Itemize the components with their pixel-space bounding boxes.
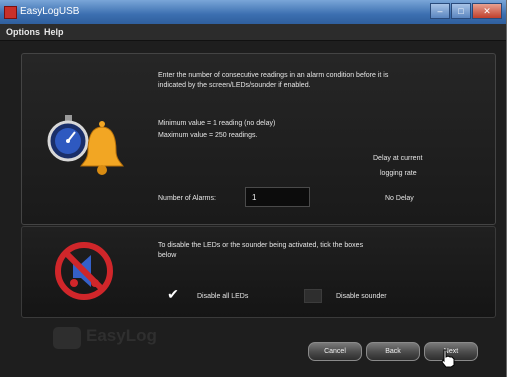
stopwatch-icon xyxy=(47,115,89,162)
easylog-logo: EasyLog xyxy=(86,326,157,345)
muted-speaker-icon xyxy=(55,242,113,300)
max-value-text: Maximum value = 250 readings. xyxy=(158,132,258,139)
disable-leds-label: Disable all LEDs xyxy=(197,293,249,300)
disable-leds-checkbox[interactable]: ✔ xyxy=(166,287,180,301)
maximize-button[interactable]: □ xyxy=(451,3,471,19)
delay-value: No Delay xyxy=(385,195,414,202)
min-value-text: Minimum value = 1 reading (no delay) xyxy=(158,120,276,127)
menu-bar: Options Help xyxy=(0,24,506,41)
app-icon xyxy=(4,6,17,19)
window-controls: – □ ✕ xyxy=(430,3,502,19)
alarm-intro-line2: indicated by the screen/LEDs/sounder if … xyxy=(158,82,311,89)
window-title: EasyLogUSB xyxy=(20,6,80,17)
menu-help[interactable]: Help xyxy=(44,27,64,37)
disable-sounder-checkbox[interactable] xyxy=(304,289,322,303)
close-button[interactable]: ✕ xyxy=(472,3,502,19)
delay-label-line2: logging rate xyxy=(380,170,417,177)
delay-label-line1: Delay at current xyxy=(373,155,423,162)
hand-cursor-icon xyxy=(441,349,455,368)
bell-icon xyxy=(80,121,124,175)
back-button[interactable]: Back xyxy=(366,342,420,361)
alarms-label: Number of Alarms: xyxy=(158,195,216,202)
app-window: EasyLogUSB – □ ✕ Options Help Enter the … xyxy=(0,0,507,377)
disable-intro-line1: To disable the LEDs or the sounder being… xyxy=(158,242,364,249)
disable-sounder-label: Disable sounder xyxy=(336,293,387,300)
menu-options[interactable]: Options xyxy=(6,27,40,37)
easylog-logo-icon xyxy=(53,327,81,349)
disable-intro-line2: below xyxy=(158,252,177,259)
title-bar[interactable]: EasyLogUSB – □ ✕ xyxy=(0,0,506,24)
alarm-icon-group xyxy=(47,115,124,175)
cancel-button[interactable]: Cancel xyxy=(308,342,362,361)
minimize-button[interactable]: – xyxy=(430,3,450,19)
number-of-alarms-input[interactable]: 1 xyxy=(245,187,310,207)
